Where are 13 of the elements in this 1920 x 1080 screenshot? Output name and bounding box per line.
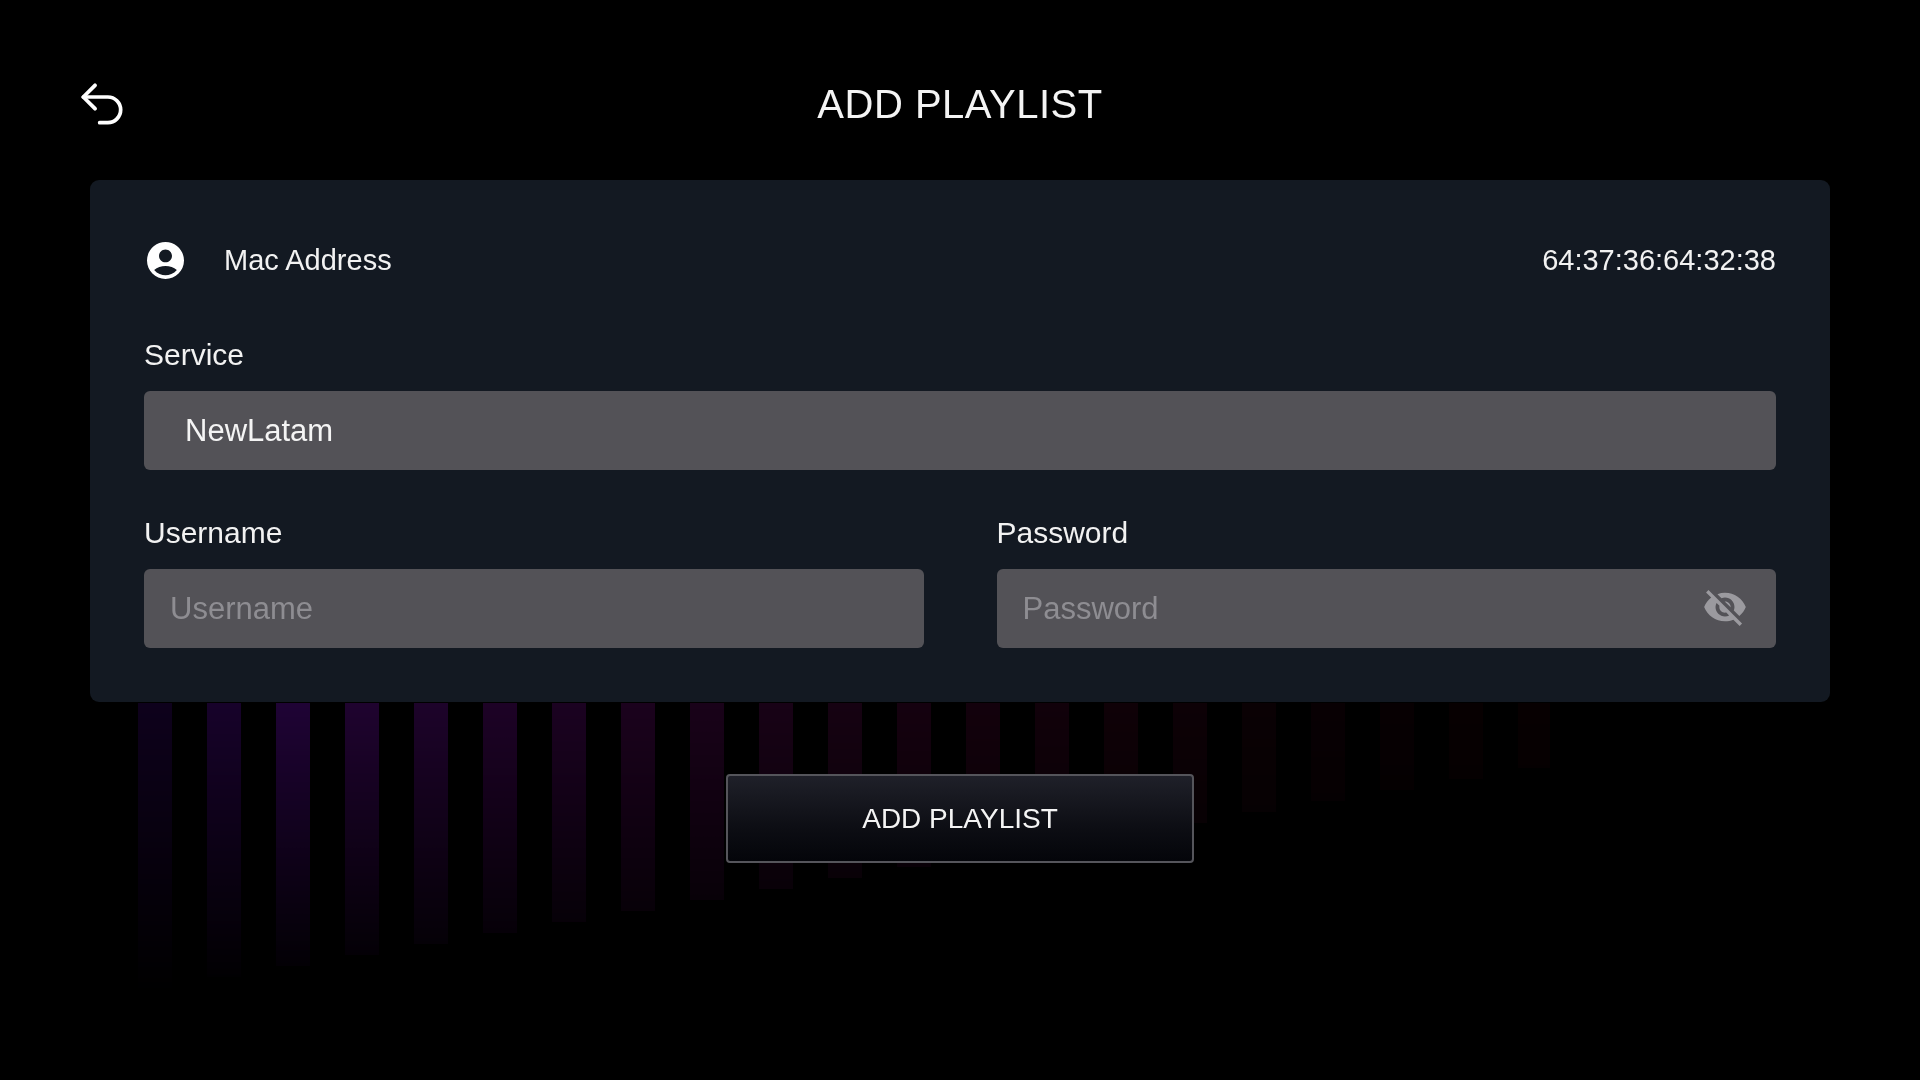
user-icon [147,242,184,279]
mac-address-value: 64:37:36:64:32:38 [1542,244,1776,277]
password-field[interactable]: Password [996,569,1776,648]
add-playlist-button[interactable]: ADD PLAYLIST [726,774,1194,863]
username-label: Username [144,515,283,551]
password-label: Password [996,515,1129,551]
username-field[interactable]: Username [144,569,924,648]
mac-address-label: Mac Address [224,244,392,277]
back-button[interactable] [81,83,123,125]
eye-off-icon[interactable] [1704,590,1746,626]
service-label: Service [144,337,245,373]
page-title: ADD PLAYLIST [817,81,1103,128]
service-field[interactable]: NewLatam [144,391,1776,470]
